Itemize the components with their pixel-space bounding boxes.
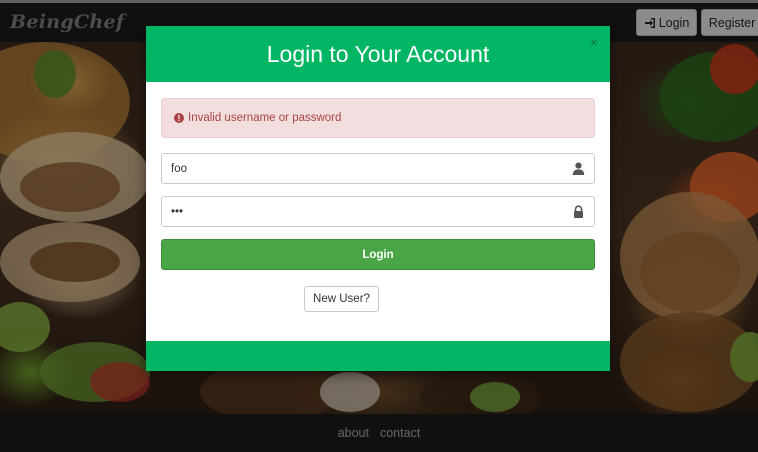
modal-header: Login to Your Account × bbox=[146, 26, 610, 82]
password-input[interactable] bbox=[162, 197, 552, 226]
password-field bbox=[161, 196, 595, 227]
error-alert: Invalid username or password bbox=[161, 98, 595, 138]
lock-icon bbox=[574, 205, 583, 218]
new-user-button[interactable]: New User? bbox=[304, 286, 379, 312]
modal-body: Invalid username or password Login New U… bbox=[146, 82, 610, 341]
username-input[interactable] bbox=[162, 154, 552, 183]
user-icon bbox=[572, 162, 585, 175]
login-submit-button[interactable]: Login bbox=[161, 239, 595, 270]
modal-footer bbox=[146, 341, 610, 371]
modal-title: Login to Your Account bbox=[266, 40, 490, 67]
exclamation-circle-icon bbox=[174, 113, 184, 123]
login-modal: Login to Your Account × Invalid username… bbox=[146, 26, 610, 371]
close-icon[interactable]: × bbox=[590, 35, 598, 49]
error-alert-text: Invalid username or password bbox=[188, 112, 342, 124]
username-field bbox=[161, 153, 595, 184]
